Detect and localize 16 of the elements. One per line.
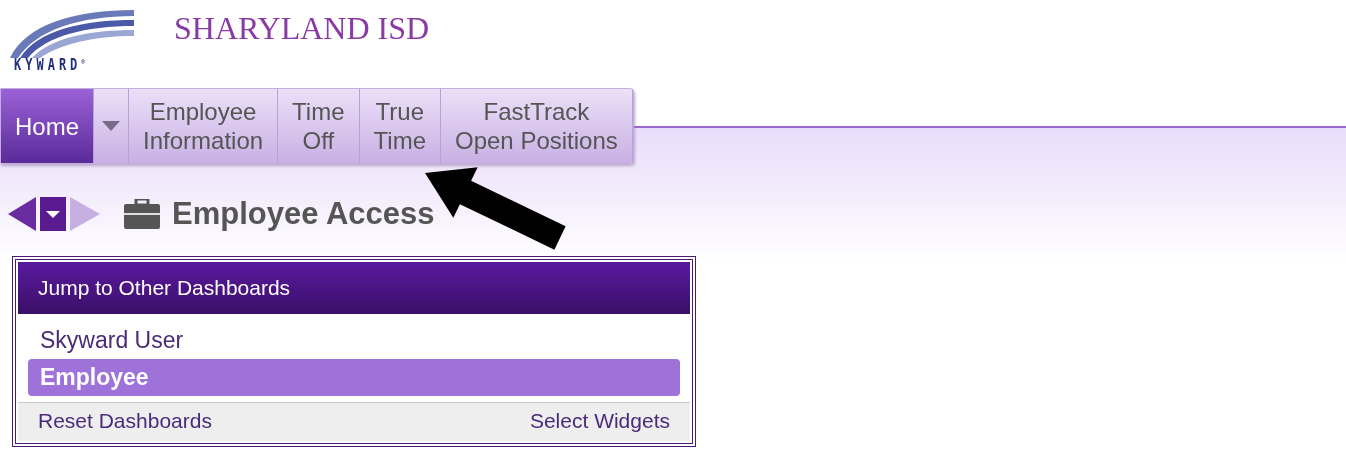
nav-tab[interactable]: True Time [359,89,441,163]
back-arrow-icon[interactable] [8,197,36,231]
widget-title: Jump to Other Dashboards [18,262,690,314]
dropdown-icon[interactable] [40,197,66,231]
nav-tab[interactable]: FastTrack Open Positions [441,89,633,163]
page-title: Employee Access [172,196,435,232]
briefcase-icon [124,199,160,229]
dashboard-item[interactable]: Employee [28,359,680,396]
dashboard-item[interactable]: Skyward User [28,322,680,359]
nav-tab[interactable]: Employee Information [129,89,279,163]
nav-tab[interactable]: Time Off [278,89,360,163]
nav-tab[interactable]: Home [1,89,95,163]
logo-text: KYWARD$^{®}$ [14,56,89,74]
footer-link[interactable]: Select Widgets [529,409,670,433]
district-name: SHARYLAND ISD [174,10,430,47]
footer-link[interactable]: Reset Dashboards [38,409,212,433]
